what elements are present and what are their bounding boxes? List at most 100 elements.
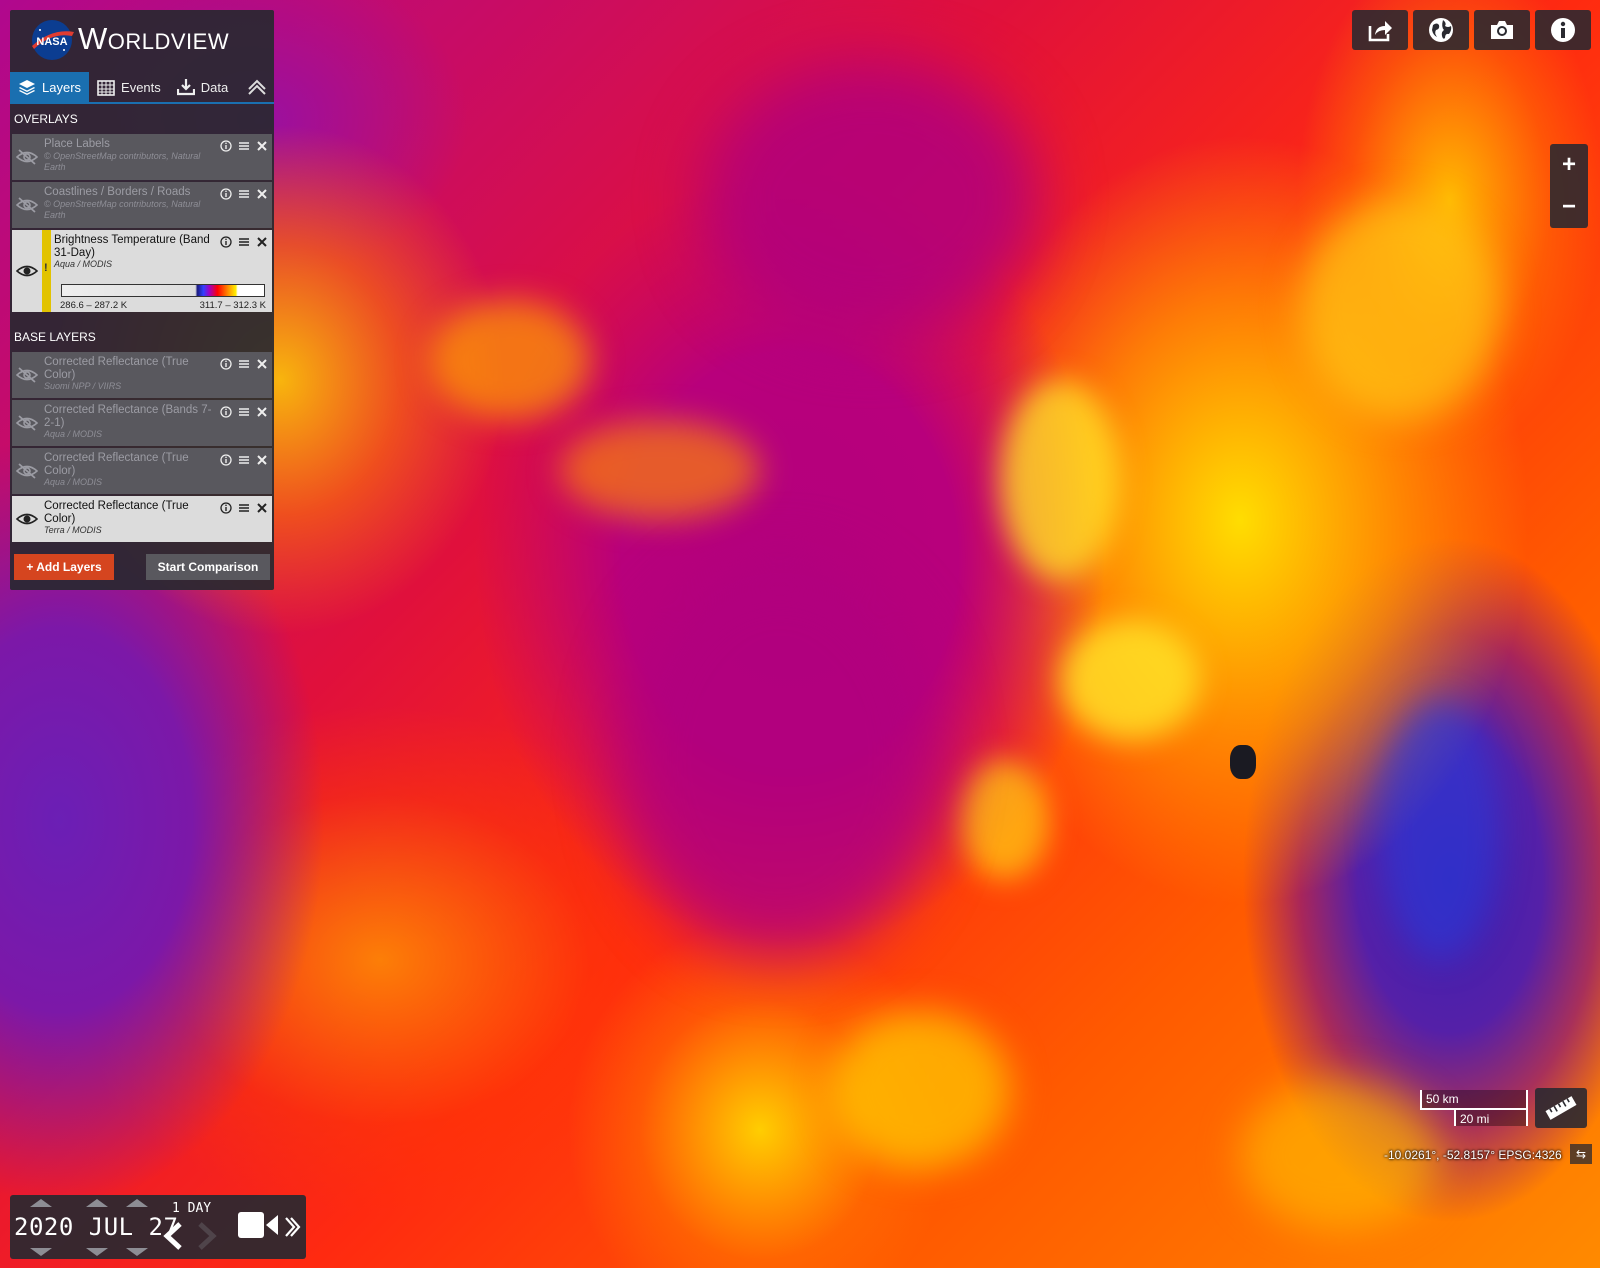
layer-text: Corrected Reflectance (True Color) Aqua …: [44, 452, 214, 488]
double-chevron-right-icon[interactable]: [282, 1215, 302, 1239]
close-icon[interactable]: [256, 358, 268, 370]
layer-text: Coastlines / Borders / Roads © OpenStree…: [44, 186, 214, 221]
close-icon[interactable]: [256, 502, 268, 514]
layer-viirs-true-color[interactable]: Corrected Reflectance (True Color) Suomi…: [12, 352, 272, 398]
settings-icon[interactable]: [238, 236, 250, 248]
sidebar-tabs: Layers Events Data: [10, 72, 274, 104]
month-up-arrow-icon[interactable]: [86, 1199, 108, 1207]
eye-slash-icon[interactable]: [16, 148, 38, 166]
tab-data[interactable]: Data: [169, 72, 236, 102]
layer-text: Corrected Reflectance (Bands 7-2-1) Aqua…: [44, 404, 214, 440]
info-icon[interactable]: [220, 502, 232, 514]
eye-slash-icon[interactable]: [16, 366, 38, 384]
layer-tools: [220, 236, 268, 248]
ruler-icon: [1545, 1096, 1577, 1120]
info-icon[interactable]: [220, 454, 232, 466]
coordinates-readout[interactable]: -10.0261°, -52.8157° EPSG:4326: [1384, 1148, 1562, 1162]
tab-layers-label: Layers: [42, 79, 82, 95]
layer-title: Corrected Reflectance (True Color): [44, 356, 189, 381]
settings-icon[interactable]: [238, 358, 250, 370]
settings-icon[interactable]: [238, 406, 250, 418]
settings-icon[interactable]: [238, 140, 250, 152]
tab-layers[interactable]: Layers: [10, 72, 90, 102]
eye-icon[interactable]: [16, 262, 38, 280]
layer-subtitle: Terra / MODIS: [44, 525, 102, 535]
brand-header: NASA Worldview: [10, 10, 274, 72]
close-icon[interactable]: [256, 406, 268, 418]
layer-tools: [220, 406, 268, 418]
layer-subtitle: Suomi NPP / VIIRS: [44, 381, 122, 391]
zoom-in-button[interactable]: +: [1550, 144, 1588, 186]
year-up-arrow-icon[interactable]: [30, 1199, 52, 1207]
info-icon[interactable]: [220, 406, 232, 418]
zoom-control: + −: [1550, 144, 1588, 228]
layer-warning-indicator[interactable]: !: [42, 230, 51, 312]
info-icon[interactable]: [220, 188, 232, 200]
layer-aqua-bands-721[interactable]: Corrected Reflectance (Bands 7-2-1) Aqua…: [12, 400, 272, 446]
layer-aqua-true-color[interactable]: Corrected Reflectance (True Color) Aqua …: [12, 448, 272, 494]
layer-coastlines[interactable]: Coastlines / Borders / Roads © OpenStree…: [12, 182, 272, 228]
day-down-arrow-icon[interactable]: [126, 1248, 148, 1256]
close-icon[interactable]: [256, 236, 268, 248]
layer-text: Corrected Reflectance (True Color) Suomi…: [44, 356, 214, 392]
video-camera-icon[interactable]: [236, 1209, 280, 1241]
eye-icon[interactable]: [16, 510, 38, 528]
eye-slash-icon[interactable]: [16, 196, 38, 214]
settings-icon[interactable]: [238, 454, 250, 466]
share-button[interactable]: [1352, 10, 1408, 50]
settings-icon[interactable]: [238, 502, 250, 514]
chevron-right-icon[interactable]: [194, 1221, 220, 1251]
tab-data-label: Data: [200, 79, 229, 95]
close-icon[interactable]: [256, 188, 268, 200]
start-comparison-button[interactable]: Start Comparison: [146, 554, 270, 580]
year-down-arrow-icon[interactable]: [30, 1248, 52, 1256]
layers-icon: [19, 80, 35, 95]
layer-place-labels[interactable]: Place Labels © OpenStreetMap contributor…: [12, 134, 272, 180]
add-layers-button[interactable]: + Add Layers: [14, 554, 114, 580]
sidebar: NASA Worldview Layers Events Data OVERLA…: [10, 10, 274, 590]
layer-title: Corrected Reflectance (Bands 7-2-1): [44, 404, 212, 429]
collapse-chevron-up-icon[interactable]: [246, 76, 268, 98]
zoom-out-button[interactable]: −: [1550, 186, 1588, 228]
layer-subtitle: Aqua / MODIS: [44, 477, 103, 487]
eye-slash-icon[interactable]: [16, 462, 38, 480]
share-icon: [1368, 21, 1392, 42]
layer-title: Brightness Temperature (Band 31-Day): [54, 234, 210, 259]
layer-terra-true-color[interactable]: Corrected Reflectance (True Color) Terra…: [12, 496, 272, 542]
legend-colorbar[interactable]: [61, 284, 265, 297]
scale-mi: 20 mi: [1454, 1110, 1528, 1126]
app-title: Worldview: [78, 21, 230, 56]
info-icon[interactable]: [220, 358, 232, 370]
layer-subtitle: Aqua / MODIS: [54, 259, 113, 269]
settings-icon[interactable]: [238, 188, 250, 200]
close-icon[interactable]: [256, 140, 268, 152]
calendar-icon: [97, 80, 115, 96]
layer-title: Corrected Reflectance (True Color): [44, 500, 189, 525]
layer-subtitle: Aqua / MODIS: [44, 429, 103, 439]
layer-tools: [220, 358, 268, 370]
date-display[interactable]: 2020 JUL 27: [14, 1213, 178, 1241]
globe-icon: [1429, 18, 1453, 42]
layer-title: Coastlines / Borders / Roads: [44, 186, 191, 198]
camera-icon: [1491, 21, 1513, 39]
info-icon[interactable]: [220, 236, 232, 248]
chevron-left-icon[interactable]: [160, 1221, 186, 1251]
month-down-arrow-icon[interactable]: [86, 1248, 108, 1256]
warning-mark: !: [44, 262, 48, 274]
layer-text: Brightness Temperature (Band 31-Day) Aqu…: [54, 234, 214, 270]
eye-slash-icon[interactable]: [16, 414, 38, 432]
layer-text: Place Labels © OpenStreetMap contributor…: [44, 138, 214, 173]
coordinate-format-toggle-icon[interactable]: ⇆: [1570, 1144, 1592, 1164]
layer-brightness-temperature[interactable]: ! Brightness Temperature (Band 31-Day) A…: [12, 230, 272, 312]
close-icon[interactable]: [256, 454, 268, 466]
measure-button[interactable]: [1535, 1088, 1587, 1128]
day-up-arrow-icon[interactable]: [126, 1199, 148, 1207]
info-icon[interactable]: [220, 140, 232, 152]
tab-events[interactable]: Events: [89, 72, 169, 102]
info-button[interactable]: [1535, 10, 1591, 50]
projection-button[interactable]: [1413, 10, 1469, 50]
time-interval-selector[interactable]: 1 DAY: [172, 1201, 211, 1216]
snapshot-button[interactable]: [1474, 10, 1530, 50]
scale-km-label: 50 km: [1426, 1092, 1459, 1106]
nasa-logo-icon: NASA: [32, 20, 74, 60]
